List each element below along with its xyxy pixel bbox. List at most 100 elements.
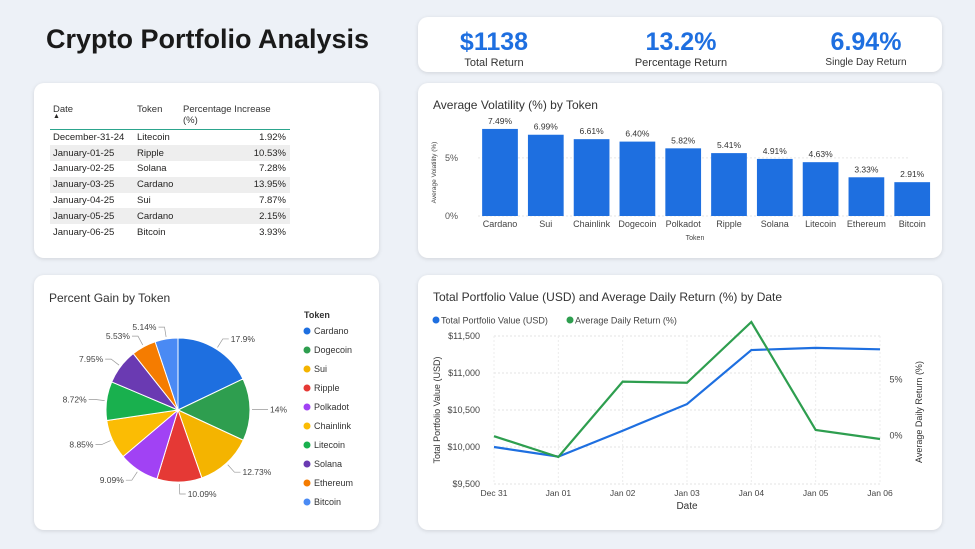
leader-line — [217, 338, 229, 348]
y-tick-label: $9,500 — [452, 479, 480, 489]
table-row[interactable]: December-31-24 Litecoin 1.92% — [50, 130, 290, 146]
percent-gain-pie-chart: 17.9% 14% 12.73% 10.09% 9.09% 8.85% 8.72% 7.95%… — [63, 310, 353, 507]
bar[interactable] — [573, 139, 610, 216]
leader-line — [158, 326, 167, 338]
x-tick-label: Jan 03 — [674, 488, 700, 498]
y-axis-label: Total Portfolio Value (USD) — [432, 357, 442, 464]
legend-label[interactable]: Dogecoin — [314, 345, 352, 355]
legend-marker[interactable] — [303, 460, 311, 468]
x-tick-label: Litecoin — [805, 219, 836, 229]
kpi-single-day-return: 6.94% Single Day Return — [786, 27, 946, 68]
bar[interactable] — [848, 177, 885, 216]
column-header-date[interactable]: Date — [50, 101, 134, 130]
portfolio-value-card: Total Portfolio Value (USD) and Average … — [418, 275, 942, 530]
legend-marker[interactable] — [303, 365, 311, 373]
legend-marker[interactable] — [566, 316, 574, 324]
leader-line — [125, 471, 138, 481]
legend-label[interactable]: Total Portfolio Value (USD) — [441, 316, 548, 326]
cell-percentage: 13.95% — [180, 176, 290, 193]
y2-tick-label: 5% — [889, 374, 902, 384]
slice-data-label: 5.53% — [106, 331, 131, 341]
y-tick-label: $11,000 — [448, 368, 480, 378]
legend-marker[interactable] — [303, 403, 311, 411]
bar[interactable] — [619, 141, 656, 216]
bar[interactable] — [756, 158, 793, 216]
column-header-percentage[interactable]: Percentage Increase (%) — [180, 101, 290, 130]
legend-label[interactable]: Cardano — [314, 326, 349, 336]
legend-marker[interactable] — [303, 422, 311, 430]
cell-token: Ripple — [134, 145, 180, 162]
volatility-bar-chart: 0% 5% Average Volatility (%) 7.49% Cardano 6.… — [431, 116, 931, 242]
slice-data-label: 10.09% — [188, 489, 217, 499]
x-axis-label: Token — [686, 235, 705, 242]
x-tick-label: Jan 04 — [739, 488, 765, 498]
legend-label[interactable]: Chainlink — [314, 421, 352, 431]
legend-label[interactable]: Bitcoin — [314, 497, 341, 507]
legend-label[interactable]: Litecoin — [314, 440, 345, 450]
cell-date: January-01-25 — [50, 145, 134, 162]
table-header-row: Date Token Percentage Increase (%) — [50, 101, 290, 130]
table-row[interactable]: January-05-25 Cardano 2.15% — [50, 208, 290, 225]
y-tick-label: $11,500 — [448, 331, 480, 341]
column-header-token[interactable]: Token — [134, 101, 180, 130]
bar-data-label: 7.49% — [488, 116, 513, 126]
table-row[interactable]: January-02-25 Solana 7.28% — [50, 161, 290, 177]
table-row[interactable]: January-04-25 Sui 7.87% — [50, 193, 290, 209]
x-tick-label: Ethereum — [847, 219, 886, 229]
cell-percentage: 10.53% — [180, 145, 290, 162]
bar-data-label: 5.82% — [671, 135, 696, 145]
leader-line — [227, 464, 241, 473]
bar[interactable] — [665, 148, 702, 216]
cell-percentage: 7.87% — [259, 195, 286, 207]
kpi-percentage-return: 13.2% Percentage Return — [601, 27, 761, 69]
legend-title: Token — [304, 310, 330, 320]
x-tick-label: Dec 31 — [481, 488, 508, 498]
kpi-value: 13.2% — [645, 28, 717, 56]
x-axis-label: Date — [676, 501, 698, 512]
volatility-chart-card: Average Volatility (%) by Token 0% 5% Aver… — [418, 83, 942, 258]
leader-line — [105, 358, 120, 366]
legend-label[interactable]: Polkadot — [314, 402, 350, 412]
slice-data-label: 7.95% — [79, 354, 104, 364]
cell-percentage: 1.92% — [259, 132, 286, 144]
bar[interactable] — [802, 162, 839, 216]
leader-line — [131, 335, 144, 346]
legend-label[interactable]: Sui — [314, 364, 327, 374]
bar[interactable] — [894, 182, 931, 216]
cell-token: Sui — [137, 195, 151, 207]
cell-token: Cardano — [134, 208, 180, 225]
legend-marker[interactable] — [303, 346, 311, 354]
legend-label[interactable]: Solana — [314, 459, 342, 469]
bar-data-label: 6.40% — [625, 129, 650, 139]
x-tick-label: Chainlink — [573, 219, 611, 229]
slice-data-label: 9.09% — [100, 475, 125, 485]
legend-marker[interactable] — [303, 498, 311, 506]
sort-ascending-icon[interactable]: ▲ — [53, 113, 60, 120]
kpi-value: 6.94% — [830, 28, 902, 56]
cell-date: January-06-25 — [53, 226, 115, 238]
legend-label[interactable]: Ethereum — [314, 478, 353, 488]
bar-data-label: 4.91% — [763, 146, 788, 156]
legend-label[interactable]: Average Daily Return (%) — [575, 316, 677, 326]
legend-marker[interactable] — [432, 316, 440, 324]
x-tick-label: Polkadot — [666, 219, 702, 229]
legend-marker[interactable] — [303, 441, 311, 449]
bar-data-label: 6.99% — [534, 122, 559, 132]
bar[interactable] — [482, 128, 518, 216]
table-row[interactable]: January-06-25 Bitcoin 3.93% — [50, 224, 290, 240]
x-tick-label: Dogecoin — [618, 219, 656, 229]
legend-marker[interactable] — [303, 479, 311, 487]
x-tick-label: Cardano — [483, 219, 518, 229]
bar[interactable] — [711, 153, 747, 216]
portfolio-line-chart: Total Portfolio Value (USD) Average Daily… — [432, 316, 924, 513]
table-row[interactable]: January-03-25 Cardano 13.95% — [50, 176, 290, 193]
slice-data-label: 17.9% — [231, 334, 256, 344]
table-row[interactable]: January-01-25 Ripple 10.53% — [50, 145, 290, 162]
y2-tick-label: 0% — [889, 431, 902, 441]
x-tick-label: Ripple — [716, 219, 742, 229]
kpi-label: Single Day Return — [825, 57, 907, 68]
legend-label[interactable]: Ripple — [314, 383, 340, 393]
legend-marker[interactable] — [303, 327, 311, 335]
bar[interactable] — [527, 134, 564, 216]
legend-marker[interactable] — [303, 384, 311, 392]
